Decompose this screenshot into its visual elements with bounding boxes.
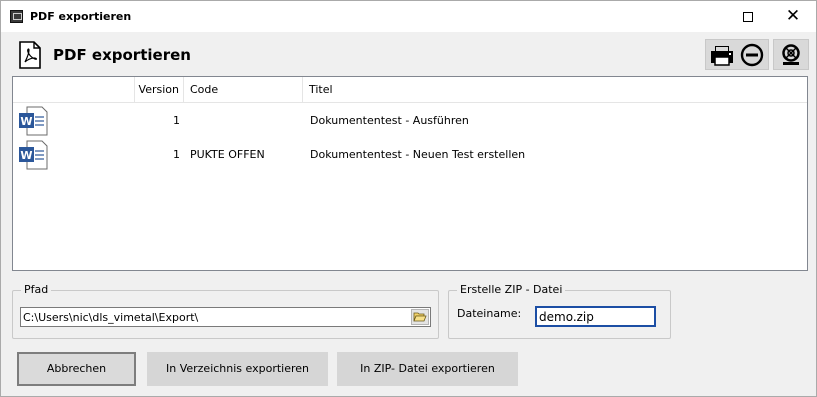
- column-header-icon[interactable]: [13, 77, 135, 103]
- column-header-titel[interactable]: Titel: [303, 77, 807, 103]
- document-list[interactable]: Version Code Titel W 1 Dokumententest - …: [12, 76, 808, 271]
- zip-filename-label: Dateiname:: [457, 307, 522, 320]
- svg-text:W: W: [20, 115, 32, 128]
- path-field-frame: [20, 307, 431, 327]
- cell-titel: Dokumententest - Neuen Test erstellen: [310, 148, 526, 161]
- close-icon: ✕: [785, 6, 801, 26]
- zip-filename-input[interactable]: [537, 308, 654, 325]
- column-header-code[interactable]: Code: [184, 77, 303, 103]
- cell-code: PUKTE OFFEN: [190, 148, 265, 161]
- list-header: Version Code Titel: [13, 77, 807, 103]
- page-title: PDF exportieren: [53, 46, 191, 64]
- remove-circle-icon[interactable]: [739, 43, 765, 67]
- table-row[interactable]: W 1 PUKTE OFFEN Dokumententest - Neuen T…: [13, 138, 807, 172]
- cell-titel: Dokumententest - Ausführen: [310, 114, 469, 127]
- word-document-icon: W: [19, 106, 48, 136]
- window-title: PDF exportieren: [30, 10, 132, 23]
- zip-legend: Erstelle ZIP - Datei: [457, 283, 566, 296]
- close-button[interactable]: ✕: [770, 1, 816, 32]
- export-directory-button[interactable]: In Verzeichnis exportieren: [147, 352, 328, 386]
- printer-icon[interactable]: [709, 43, 735, 67]
- zip-field-frame: [535, 306, 656, 327]
- app-icon: [10, 10, 23, 23]
- browse-folder-button[interactable]: [411, 309, 429, 325]
- export-dialog: PDF exportieren ✕ PDF exportieren Versio…: [0, 0, 817, 397]
- maximize-button[interactable]: [725, 1, 771, 32]
- toolbar-group-left: [705, 39, 769, 70]
- path-legend: Pfad: [21, 283, 52, 296]
- table-row[interactable]: W 1 Dokumententest - Ausführen: [13, 104, 807, 138]
- cell-version: 1: [173, 114, 180, 127]
- svg-text:W: W: [20, 149, 32, 162]
- lifebuoy-icon[interactable]: [778, 43, 804, 67]
- export-zip-button[interactable]: In ZIP- Datei exportieren: [337, 352, 518, 386]
- column-header-version[interactable]: Version: [135, 77, 184, 103]
- toolbar-group-right: [773, 39, 809, 70]
- cell-code: [190, 104, 300, 138]
- pdf-document-icon: [19, 41, 41, 69]
- path-input[interactable]: [21, 308, 409, 326]
- word-document-icon: W: [19, 140, 48, 170]
- cancel-button[interactable]: Abbrechen: [17, 352, 136, 386]
- path-group: Pfad: [12, 283, 439, 339]
- maximize-icon: [743, 11, 753, 22]
- folder-open-icon: [413, 312, 427, 322]
- title-bar: PDF exportieren ✕: [1, 1, 816, 32]
- zip-group: Erstelle ZIP - Datei Dateiname:: [448, 283, 671, 339]
- cell-version: 1: [173, 148, 180, 161]
